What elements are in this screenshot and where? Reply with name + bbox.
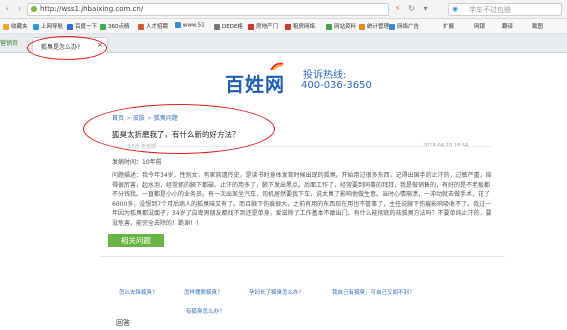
bookmark-label: 统计管理 bbox=[367, 24, 390, 30]
lightning-icon[interactable]: ⚡ bbox=[392, 3, 403, 14]
bookmark-favicon-icon bbox=[138, 23, 144, 30]
bookmark-favicon-icon bbox=[326, 23, 332, 30]
bookmark-item[interactable]: 人才招聘 bbox=[138, 22, 168, 30]
bookmark-label: 上网导航 bbox=[41, 24, 64, 30]
site-logo[interactable]: 百姓网 bbox=[225, 70, 285, 97]
dropdown-icon[interactable]: ▾ bbox=[420, 3, 431, 14]
bookmark-favicon-icon bbox=[100, 23, 106, 30]
bookmark-label: 网站资料 bbox=[334, 24, 357, 30]
refresh-icon[interactable]: ↻ bbox=[406, 3, 417, 14]
bookmark-label: 房地产门 bbox=[256, 24, 279, 30]
toolbar-banking[interactable]: 网银 bbox=[474, 22, 485, 30]
search-input[interactable]: ◉ 学车不过包赔 bbox=[448, 3, 562, 16]
toolbar-extensions[interactable]: 扩展 bbox=[443, 22, 454, 30]
bookmark-item[interactable]: 网络广告 bbox=[389, 22, 419, 30]
bookmark-favicon-icon bbox=[3, 23, 9, 30]
search-engine-icon: ◉ bbox=[452, 5, 459, 13]
bookmarks-bar: 收藏夹 上网导航 百度一下 360点睛 人才招聘 www.51 DEDE格 房地产门 租房网络 网… bbox=[0, 19, 567, 34]
annotation-oval-question bbox=[83, 104, 275, 154]
related-link[interactable]: 孕妇长了狐臭怎么办？ bbox=[249, 288, 304, 296]
divider bbox=[100, 256, 505, 257]
forward-icon[interactable]: › bbox=[14, 3, 25, 14]
url-text: http://wss1.jhbaixing.com.cn/ bbox=[40, 5, 144, 13]
bookmark-item[interactable]: 租房网络 bbox=[285, 22, 315, 30]
tab-pinned[interactable]: 营销页 bbox=[0, 38, 18, 47]
bookmark-label: 收藏夹 bbox=[11, 24, 28, 30]
bookmark-favicon-icon bbox=[67, 23, 73, 30]
url-input[interactable]: http://wss1.jhbaixing.com.cn/ bbox=[27, 3, 389, 16]
related-link[interactable]: 怎么去除狐臭？ bbox=[119, 288, 158, 296]
bookmark-favicon-icon bbox=[389, 23, 395, 30]
bookmark-item[interactable]: 百度一下 bbox=[67, 22, 97, 30]
bookmark-item[interactable]: 上网导航 bbox=[33, 22, 63, 30]
site-icon bbox=[31, 6, 37, 12]
bookmark-favicon-icon bbox=[285, 23, 291, 30]
bookmark-label: 百度一下 bbox=[75, 24, 98, 30]
toolbar-translate[interactable]: 翻译 bbox=[502, 22, 513, 30]
annotation-oval-tab bbox=[27, 36, 107, 60]
related-link[interactable]: 有狐臭怎么办？ bbox=[186, 307, 225, 315]
bookmark-item[interactable]: 360点睛 bbox=[100, 22, 130, 30]
logo-text: 百姓网 bbox=[225, 74, 286, 96]
bookmark-item[interactable]: 网站资料 bbox=[326, 22, 356, 30]
search-placeholder: 学车不过包赔 bbox=[469, 6, 511, 14]
question-description: 问题描述：我今年34岁，性别女，有家族遗传史，是读书时身体发育时候出现的狐臭。开… bbox=[112, 172, 492, 227]
toolbar-screenshot[interactable]: 截图 bbox=[532, 22, 543, 30]
bookmark-favicon-icon bbox=[248, 23, 254, 30]
bookmark-item[interactable]: 收藏夹 bbox=[3, 22, 28, 30]
bookmark-favicon-icon bbox=[175, 22, 181, 28]
bookmark-item[interactable]: DEDE格 bbox=[214, 22, 243, 30]
related-link[interactable]: 我自己有狐臭，可自己又闻不到？ bbox=[332, 288, 415, 296]
address-bar: ‹ › http://wss1.jhbaixing.com.cn/ ⚡ ↻ ▾ … bbox=[0, 0, 567, 19]
bookmark-favicon-icon bbox=[214, 23, 220, 30]
bookmark-favicon-icon bbox=[359, 23, 365, 30]
bookmark-label: 人才招聘 bbox=[146, 24, 169, 30]
bookmark-label: 360点睛 bbox=[108, 24, 130, 30]
bookmark-label: www.51 bbox=[183, 22, 205, 29]
related-questions-button[interactable]: 相关问题 bbox=[108, 234, 164, 247]
bookmark-item[interactable]: 房地产门 bbox=[248, 22, 278, 30]
hotline-number: 400-036-3650 bbox=[301, 80, 372, 91]
answers-heading: 回答 bbox=[116, 319, 130, 327]
bookmark-item[interactable]: www.51 bbox=[175, 22, 205, 29]
related-link[interactable]: 怎样摆脱狐臭？ bbox=[184, 288, 223, 296]
bookmark-label: 租房网络 bbox=[293, 24, 316, 30]
back-icon[interactable]: ‹ bbox=[2, 3, 13, 14]
bookmark-label: 网络广告 bbox=[397, 24, 420, 30]
bookmark-item[interactable]: 统计管理 bbox=[359, 22, 389, 30]
onset-time: 发病时间：10年前 bbox=[112, 159, 162, 166]
bookmark-favicon-icon bbox=[33, 23, 39, 30]
hotline-label: 投诉热线: bbox=[303, 70, 347, 81]
bookmark-label: DEDE格 bbox=[222, 24, 243, 30]
